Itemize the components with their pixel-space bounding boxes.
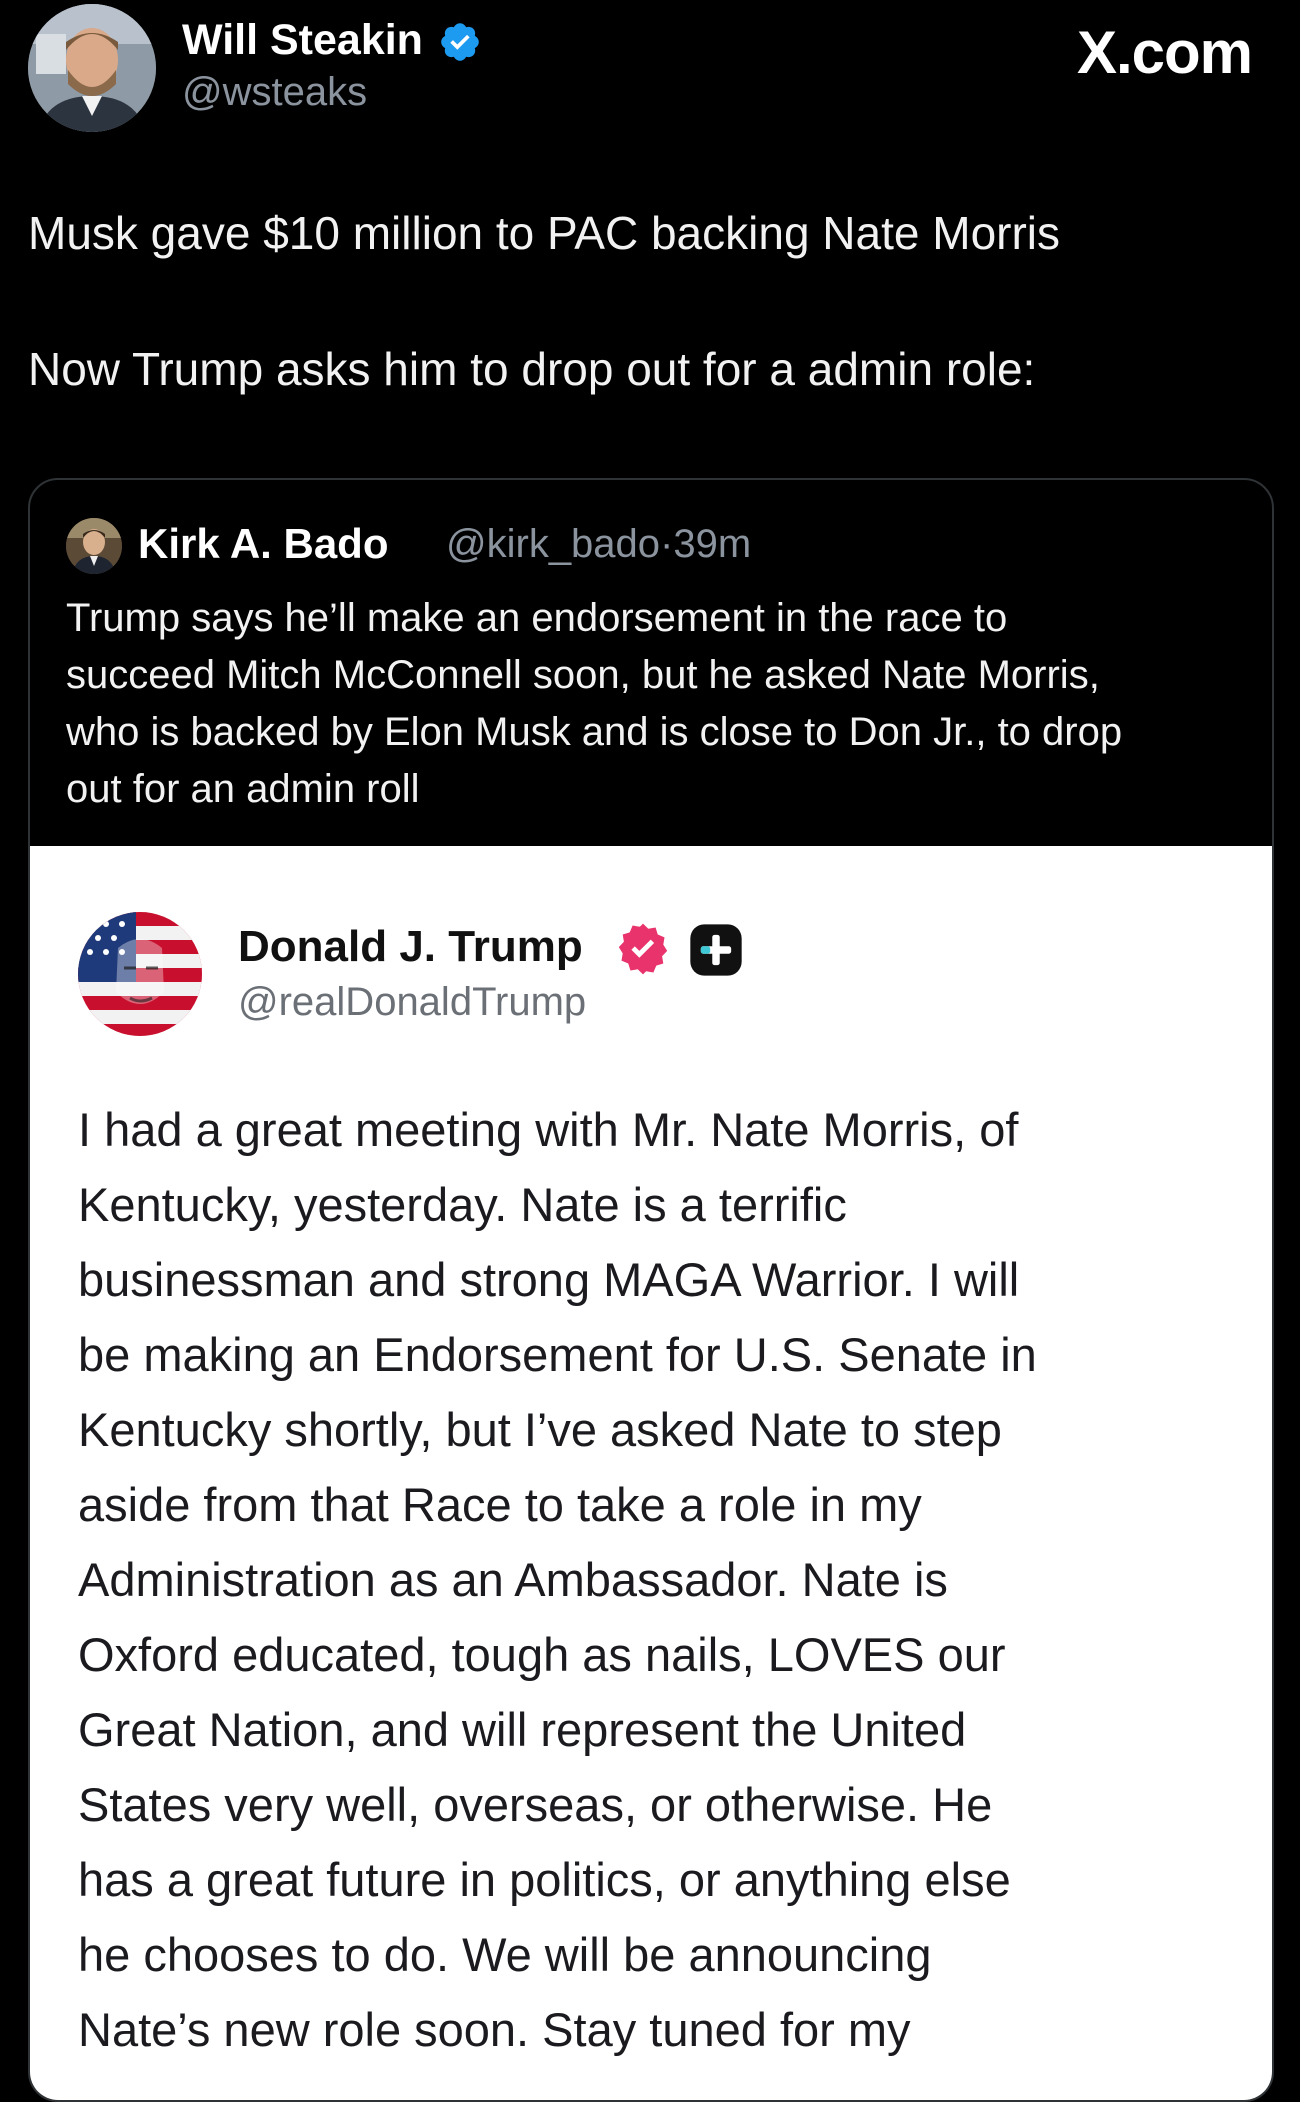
embedded-author-avatar — [78, 912, 202, 1036]
embedded-text-line: States very well, overseas, or otherwise… — [78, 1778, 993, 1831]
author-handle[interactable]: @wsteaks — [182, 70, 367, 115]
quoted-tweet-time[interactable]: 39m — [673, 522, 751, 566]
quoted-tweet-header: Kirk A. Bado @kirk_bado·39m — [66, 516, 1246, 578]
embedded-text-line: has a great future in politics, or anyth… — [78, 1853, 1011, 1906]
embedded-author-avatar-image — [78, 912, 202, 1036]
verified-badge-icon — [441, 23, 479, 61]
pink-verified-badge-icon — [618, 923, 668, 975]
embedded-text-line: Administration as an Ambassador. Nate is — [78, 1553, 948, 1606]
embedded-author-name: Donald J. Trump — [238, 922, 583, 971]
quoted-text-line: succeed Mitch McConnell soon, but he ask… — [66, 653, 1100, 697]
tweet-text-line: Musk gave $10 million to PAC backing Nat… — [28, 207, 1061, 259]
tweet-text-line: Now Trump asks him to drop out for a adm… — [28, 343, 1036, 395]
plus-badge-icon — [690, 924, 742, 976]
embedded-text-line: be making an Endorsement for U.S. Senate… — [78, 1328, 1037, 1381]
quoted-text-line: who is backed by Elon Musk and is close … — [66, 710, 1123, 754]
embedded-author-handle: @realDonaldTrump — [238, 980, 587, 1024]
embedded-text-line: Kentucky, yesterday. Nate is a terrific — [78, 1178, 847, 1231]
tweet-header: Will Steakin @wsteaks X.com — [28, 4, 1272, 134]
embedded-text-line: Nate’s new role soon. Stay tuned for my — [78, 2003, 911, 2056]
embedded-post-screenshot[interactable]: Donald J. Trump @realDonaldTrump I had a… — [30, 846, 1272, 2100]
quoted-tweet-text: Trump says he’ll make an endorsement in … — [66, 590, 1256, 818]
quoted-author-name[interactable]: Kirk A. Bado — [138, 520, 388, 568]
embedded-text-line: I had a great meeting with Mr. Nate Morr… — [78, 1103, 1019, 1156]
quoted-text-line: Trump says he’ll make an endorsement in … — [66, 596, 1008, 640]
quoted-tweet-card[interactable]: Kirk A. Bado @kirk_bado·39m Trump says h… — [28, 478, 1274, 2102]
embedded-text-line: businessman and strong MAGA Warrior. I w… — [78, 1253, 1020, 1306]
embedded-text-line: aside from that Race to take a role in m… — [78, 1478, 922, 1531]
separator-dot: · — [660, 522, 674, 566]
quoted-author-avatar-image — [66, 518, 122, 574]
author-name[interactable]: Will Steakin — [182, 16, 423, 65]
quoted-author-handle[interactable]: @kirk_bado — [446, 522, 660, 566]
embedded-text-line: Oxford educated, tough as nails, LOVES o… — [78, 1628, 1006, 1681]
author-avatar[interactable] — [28, 4, 156, 132]
quoted-author-avatar[interactable] — [66, 518, 122, 574]
embedded-text-line: he chooses to do. We will be announcing — [78, 1928, 932, 1981]
embedded-text-line: Kentucky shortly, but I’ve asked Nate to… — [78, 1403, 1002, 1456]
site-label: X.com — [1076, 19, 1253, 86]
author-avatar-image — [28, 4, 156, 132]
embedded-post-text: I had a great meeting with Mr. Nate Morr… — [78, 1092, 1248, 2067]
quoted-author-handle-and-time: @kirk_bado·39m — [446, 522, 751, 567]
embedded-text-line: Great Nation, and will represent the Uni… — [78, 1703, 967, 1756]
quoted-text-line: out for an admin roll — [66, 767, 420, 811]
